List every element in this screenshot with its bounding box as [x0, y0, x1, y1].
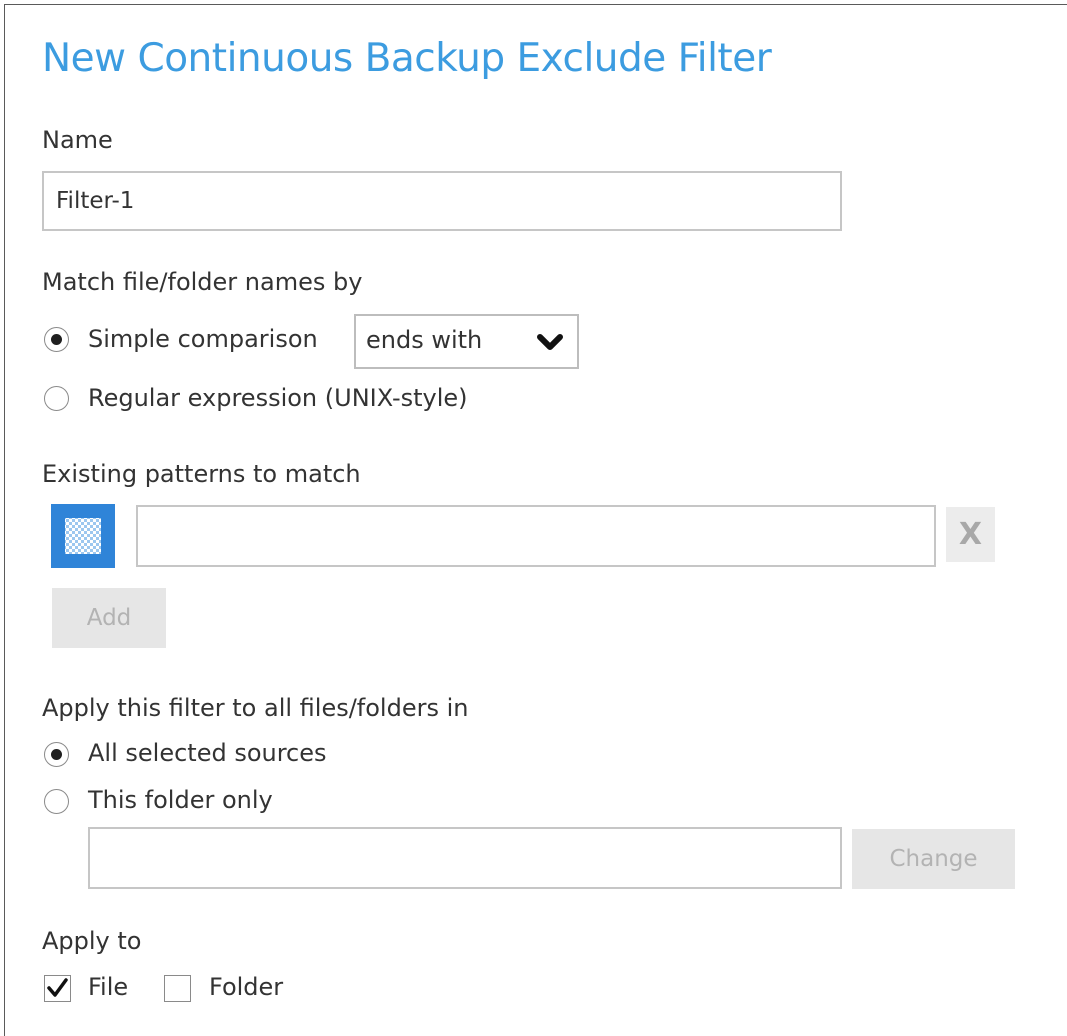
checkmark-icon: [47, 978, 68, 997]
all-sources-radio[interactable]: [44, 742, 69, 767]
apply-filter-label: Apply this filter to all files/folders i…: [42, 694, 469, 722]
match-label: Match file/folder names by: [42, 268, 363, 296]
folder-only-label[interactable]: This folder only: [88, 786, 273, 814]
regex-radio[interactable]: [44, 386, 69, 411]
name-label: Name: [42, 126, 113, 154]
folder-path-input[interactable]: [88, 827, 842, 889]
change-button[interactable]: Change: [852, 829, 1015, 889]
pattern-input[interactable]: [136, 505, 936, 567]
dialog-title: New Continuous Backup Exclude Filter: [42, 36, 772, 81]
simple-comparison-label[interactable]: Simple comparison: [88, 325, 318, 353]
remove-pattern-button[interactable]: X: [946, 507, 995, 562]
all-sources-label[interactable]: All selected sources: [88, 739, 327, 767]
name-input-value: Filter-1: [56, 188, 135, 214]
apply-to-label: Apply to: [42, 927, 142, 955]
folder-only-radio[interactable]: [44, 789, 69, 814]
checkerboard-pattern-icon: [51, 504, 115, 568]
folder-label[interactable]: Folder: [209, 973, 283, 1001]
chevron-down-icon: [537, 334, 563, 350]
folder-checkbox[interactable]: [164, 975, 191, 1002]
file-label[interactable]: File: [88, 973, 128, 1001]
file-checkbox[interactable]: [44, 975, 71, 1002]
regex-label[interactable]: Regular expression (UNIX-style): [88, 384, 468, 412]
name-input[interactable]: Filter-1: [42, 171, 842, 231]
checkerboard-icon: [65, 518, 101, 554]
comparison-select[interactable]: ends with: [354, 314, 579, 369]
patterns-label: Existing patterns to match: [42, 460, 361, 488]
simple-comparison-radio[interactable]: [44, 327, 69, 352]
add-button[interactable]: Add: [52, 588, 166, 648]
